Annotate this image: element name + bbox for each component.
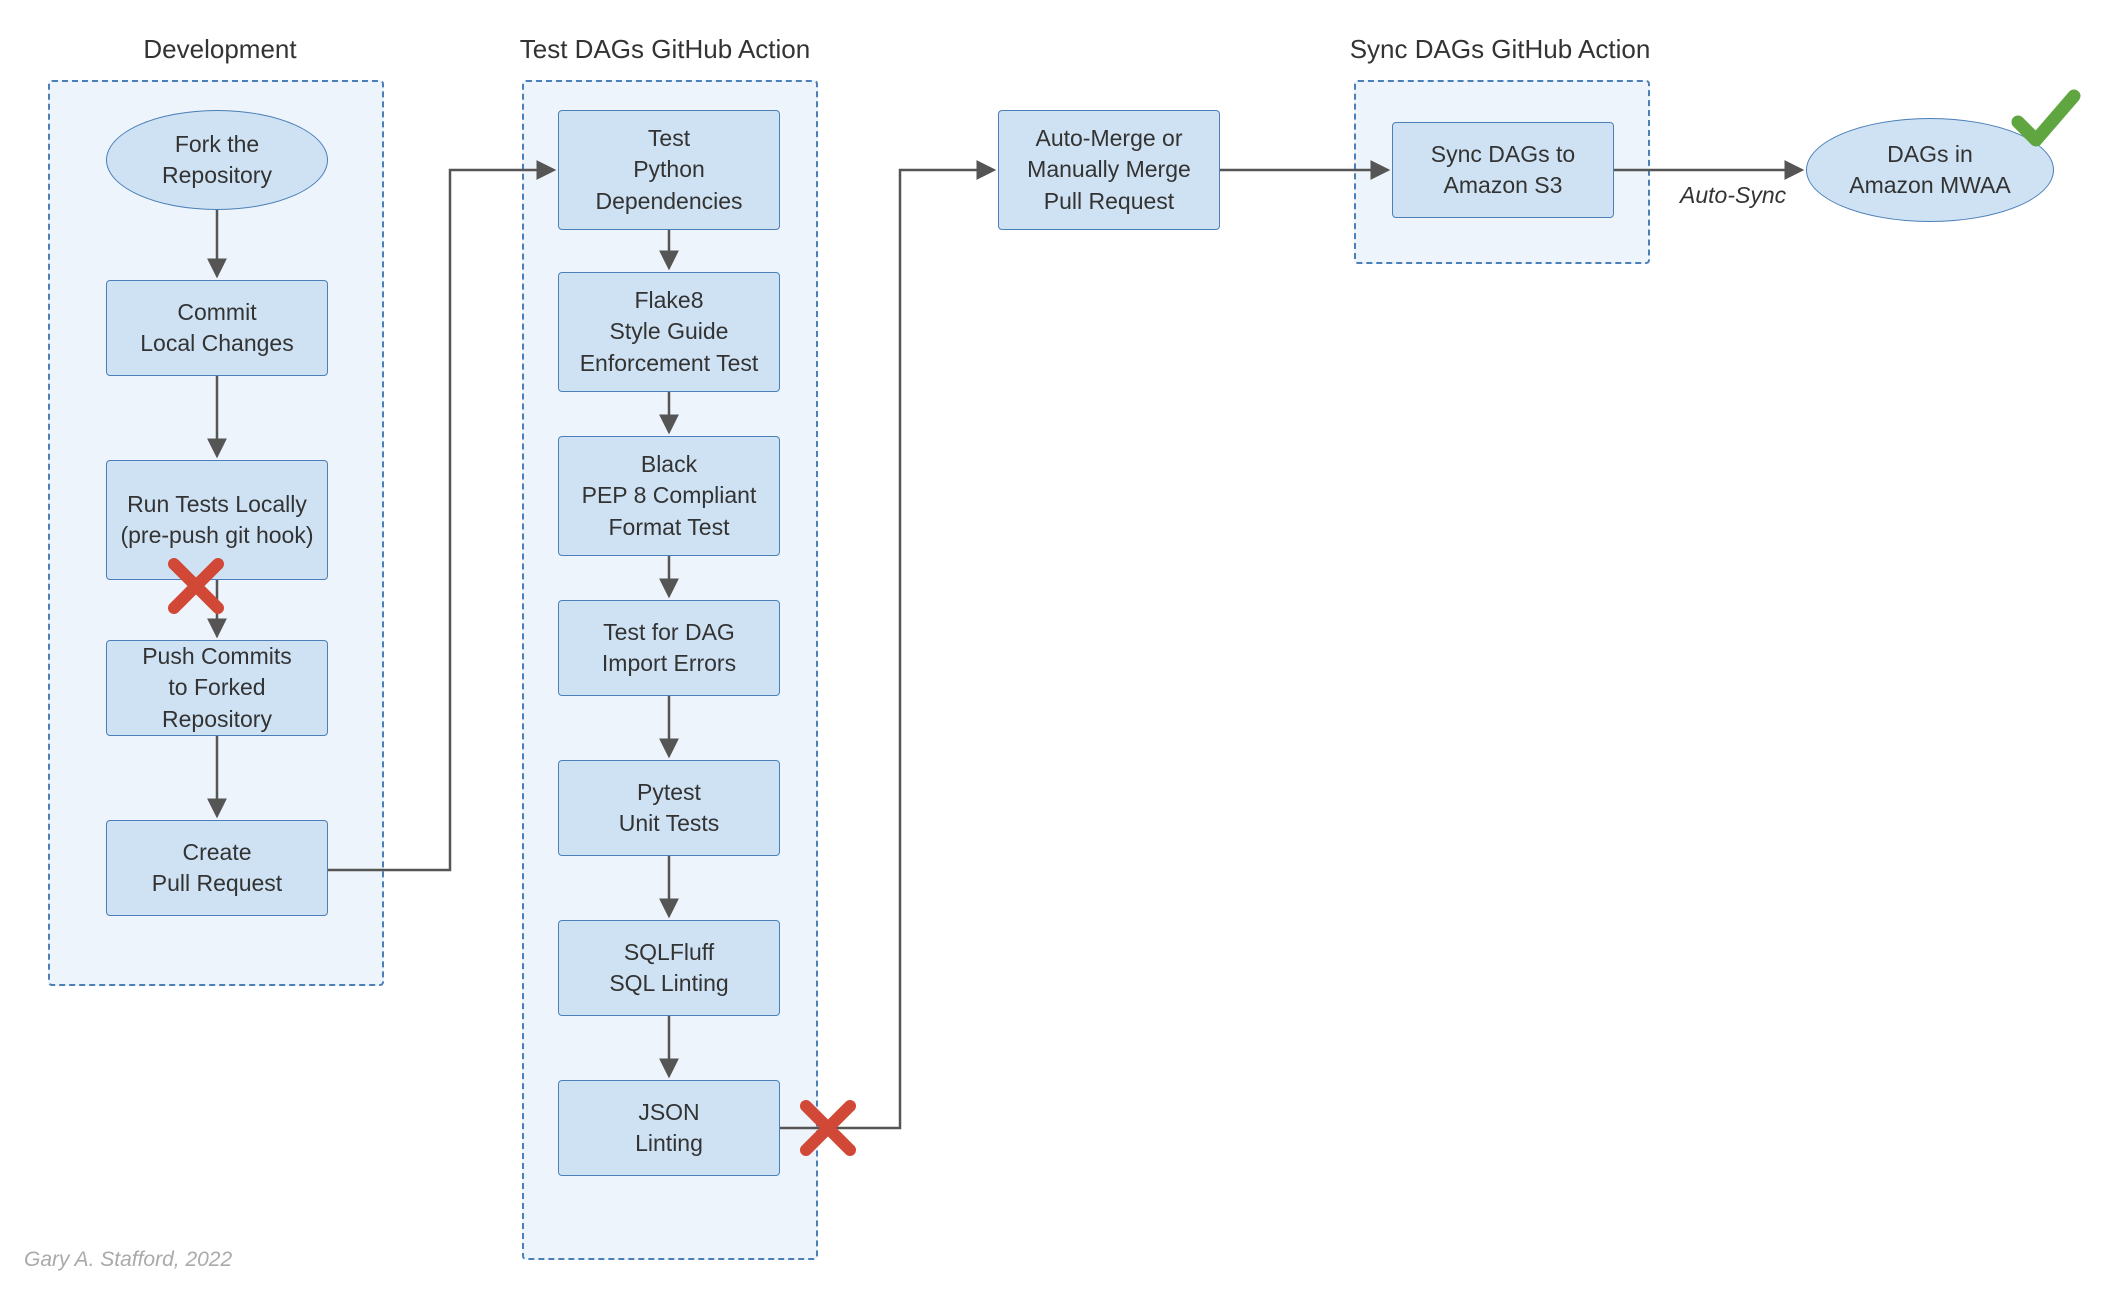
node-text: Flake8	[634, 287, 703, 313]
node-text: Amazon S3	[1444, 172, 1563, 198]
node-dag-import-errors: Test for DAG Import Errors	[558, 600, 780, 696]
node-text: Run Tests Locally	[127, 491, 307, 517]
node-json-linting: JSON Linting	[558, 1080, 780, 1176]
node-text: Import Errors	[602, 650, 736, 676]
node-text: Python	[633, 156, 705, 182]
node-text: Create	[182, 839, 251, 865]
node-sync-dags-s3: Sync DAGs to Amazon S3	[1392, 122, 1614, 218]
node-text: PEP 8 Compliant	[582, 482, 757, 508]
node-text: DAGs in	[1887, 141, 1973, 167]
node-text: Manually Merge	[1027, 156, 1191, 182]
node-dags-in-mwaa: DAGs in Amazon MWAA	[1806, 118, 2054, 222]
node-text: Linting	[635, 1130, 703, 1156]
node-create-pull-request: Create Pull Request	[106, 820, 328, 916]
node-black-format: Black PEP 8 Compliant Format Test	[558, 436, 780, 556]
node-text: Test for DAG	[603, 619, 735, 645]
node-commit-local-changes: Commit Local Changes	[106, 280, 328, 376]
node-text: SQL Linting	[609, 970, 728, 996]
node-text: Pull Request	[152, 870, 282, 896]
node-text: to Forked Repository	[162, 674, 272, 731]
node-text: Local Changes	[140, 330, 293, 356]
node-fork-repository: Fork the Repository	[106, 110, 328, 210]
node-text: Unit Tests	[619, 810, 720, 836]
node-text: Style Guide	[610, 318, 729, 344]
diagram-canvas: Development Test DAGs GitHub Action Sync…	[0, 0, 2122, 1302]
edge-label-autosync: Auto-Sync	[1680, 182, 1786, 209]
node-text: Format Test	[608, 514, 729, 540]
node-merge-pull-request: Auto-Merge or Manually Merge Pull Reques…	[998, 110, 1220, 230]
node-text: Commit	[177, 299, 256, 325]
node-flake8: Flake8 Style Guide Enforcement Test	[558, 272, 780, 392]
node-text: Push Commits	[142, 643, 292, 669]
group-title-dev: Development	[100, 34, 340, 65]
node-push-commits: Push Commits to Forked Repository	[106, 640, 328, 736]
group-title-sync: Sync DAGs GitHub Action	[1330, 34, 1670, 65]
node-test-python-dependencies: Test Python Dependencies	[558, 110, 780, 230]
node-text: Pull Request	[1044, 188, 1174, 214]
node-text: Pytest	[637, 779, 701, 805]
node-text: Test	[648, 125, 690, 151]
node-pytest-unit-tests: Pytest Unit Tests	[558, 760, 780, 856]
node-text: Sync DAGs to	[1431, 141, 1575, 167]
group-title-test: Test DAGs GitHub Action	[500, 34, 830, 65]
node-text: (pre-push git hook)	[120, 522, 313, 548]
node-text: Fork the	[175, 131, 259, 157]
node-text: Amazon MWAA	[1849, 172, 2010, 198]
node-text: Auto-Merge or	[1035, 125, 1182, 151]
node-text: Dependencies	[595, 188, 742, 214]
node-text: Repository	[162, 162, 272, 188]
node-text: SQLFluff	[624, 939, 714, 965]
node-text: Black	[641, 451, 697, 477]
footer-credit: Gary A. Stafford, 2022	[24, 1248, 232, 1272]
node-sqlfluff: SQLFluff SQL Linting	[558, 920, 780, 1016]
node-run-tests-locally: Run Tests Locally (pre-push git hook)	[106, 460, 328, 580]
node-text: JSON	[638, 1099, 699, 1125]
node-text: Enforcement Test	[580, 350, 759, 376]
